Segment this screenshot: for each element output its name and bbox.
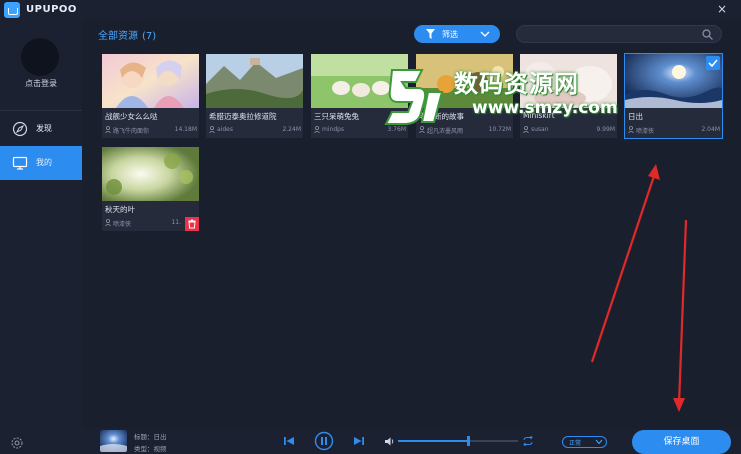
card-size: 2.04M <box>701 126 720 133</box>
pause-icon[interactable] <box>314 431 334 451</box>
card-size: 14.18M <box>174 126 197 133</box>
now-playing-type: 类型：视频 <box>134 445 167 453</box>
login-link[interactable]: 点击登录 <box>0 78 82 89</box>
trash-icon[interactable] <box>185 217 199 231</box>
card-title: 秋天的叶 <box>105 205 135 214</box>
search-icon[interactable] <box>702 29 713 40</box>
sidebar-item-label: 发现 <box>36 124 52 133</box>
card-author: mindps <box>322 126 345 133</box>
title-bar: UPUPOO × <box>0 0 741 20</box>
sidebar-item-mine[interactable]: 我的 <box>0 146 82 180</box>
wallpaper-card[interactable]: 战舰少女么么哒 路飞牛肉面你 14.18M <box>102 54 199 138</box>
card-title: 希腊迈泰奥拉修道院 <box>209 112 277 121</box>
watermark-text: 数码资源网 <box>454 70 579 98</box>
filter-button[interactable]: 筛选 <box>414 25 500 43</box>
card-author: 路飞牛肉面你 <box>113 128 150 135</box>
monitor-icon <box>12 156 28 170</box>
loop-icon[interactable] <box>522 436 534 446</box>
chevron-down-icon <box>480 31 490 37</box>
close-icon[interactable]: × <box>717 2 727 16</box>
search-box[interactable] <box>516 25 722 43</box>
player-bar: 标题：日出 类型：视频 正常 保存桌面 <box>82 428 741 454</box>
card-meta: 路飞牛肉面你 14.18M <box>105 125 197 135</box>
user-icon <box>105 126 111 133</box>
app-logo-icon <box>4 2 20 18</box>
volume-fill <box>398 440 468 442</box>
user-icon <box>314 126 320 133</box>
sidebar-item-discover[interactable]: 发现 <box>0 112 82 146</box>
main-panel: 全部资源 (7) 筛选 战舰少女么么哒 路飞牛肉面你 14.18M 希腊迈泰奥拉… <box>82 20 741 428</box>
site-watermark: 数码资源网 www.smzy.com <box>382 62 652 132</box>
resource-count: (7) <box>142 31 157 42</box>
card-title: 战舰少女么么哒 <box>105 112 158 121</box>
sidebar-item-label: 我的 <box>36 158 52 167</box>
chevron-down-icon <box>595 439 603 445</box>
watermark-url: www.smzy.com <box>472 98 618 118</box>
playback-mode-label: 正常 <box>569 440 582 447</box>
card-size: 2.24M <box>282 126 301 133</box>
volume-slider[interactable] <box>398 436 518 446</box>
previous-icon[interactable] <box>282 434 296 448</box>
wallpaper-card[interactable]: 秋天的叶 喷漆侠 11. <box>102 147 199 231</box>
card-thumbnail <box>102 54 199 108</box>
next-icon[interactable] <box>352 434 366 448</box>
avatar[interactable] <box>21 38 59 76</box>
checkmark-icon[interactable] <box>706 56 720 70</box>
section-title-label: 全部资源 <box>98 31 138 42</box>
section-title: 全部资源 (7) <box>98 27 156 42</box>
save-to-desktop-button[interactable]: 保存桌面 <box>632 430 731 454</box>
card-thumbnail <box>102 147 199 201</box>
user-icon <box>209 126 215 133</box>
card-author: aides <box>217 126 233 133</box>
sidebar: 点击登录 发现 我的 <box>0 20 82 454</box>
card-size: 11. <box>171 219 181 226</box>
search-input[interactable] <box>525 28 695 41</box>
card-meta: aides 2.24M <box>209 125 301 135</box>
user-icon <box>105 219 111 226</box>
compass-icon <box>12 121 28 137</box>
app-title: UPUPOO <box>26 4 77 15</box>
volume-handle[interactable] <box>466 436 470 446</box>
filter-label: 筛选 <box>442 30 458 39</box>
card-author: 喷漆侠 <box>113 221 132 228</box>
now-playing-thumbnail <box>100 430 127 452</box>
gear-icon[interactable] <box>10 436 24 450</box>
now-playing-title: 标题：日出 <box>134 433 167 441</box>
watermark-logo-icon <box>384 69 444 125</box>
sidebar-divider <box>0 110 82 111</box>
card-meta: 喷漆侠 11. <box>105 218 197 228</box>
wallpaper-card[interactable]: 希腊迈泰奥拉修道院 aides 2.24M <box>206 54 303 138</box>
volume-icon[interactable] <box>385 437 395 446</box>
playback-mode-select[interactable]: 正常 <box>562 436 607 448</box>
filter-icon <box>426 29 435 39</box>
card-thumbnail <box>206 54 303 108</box>
